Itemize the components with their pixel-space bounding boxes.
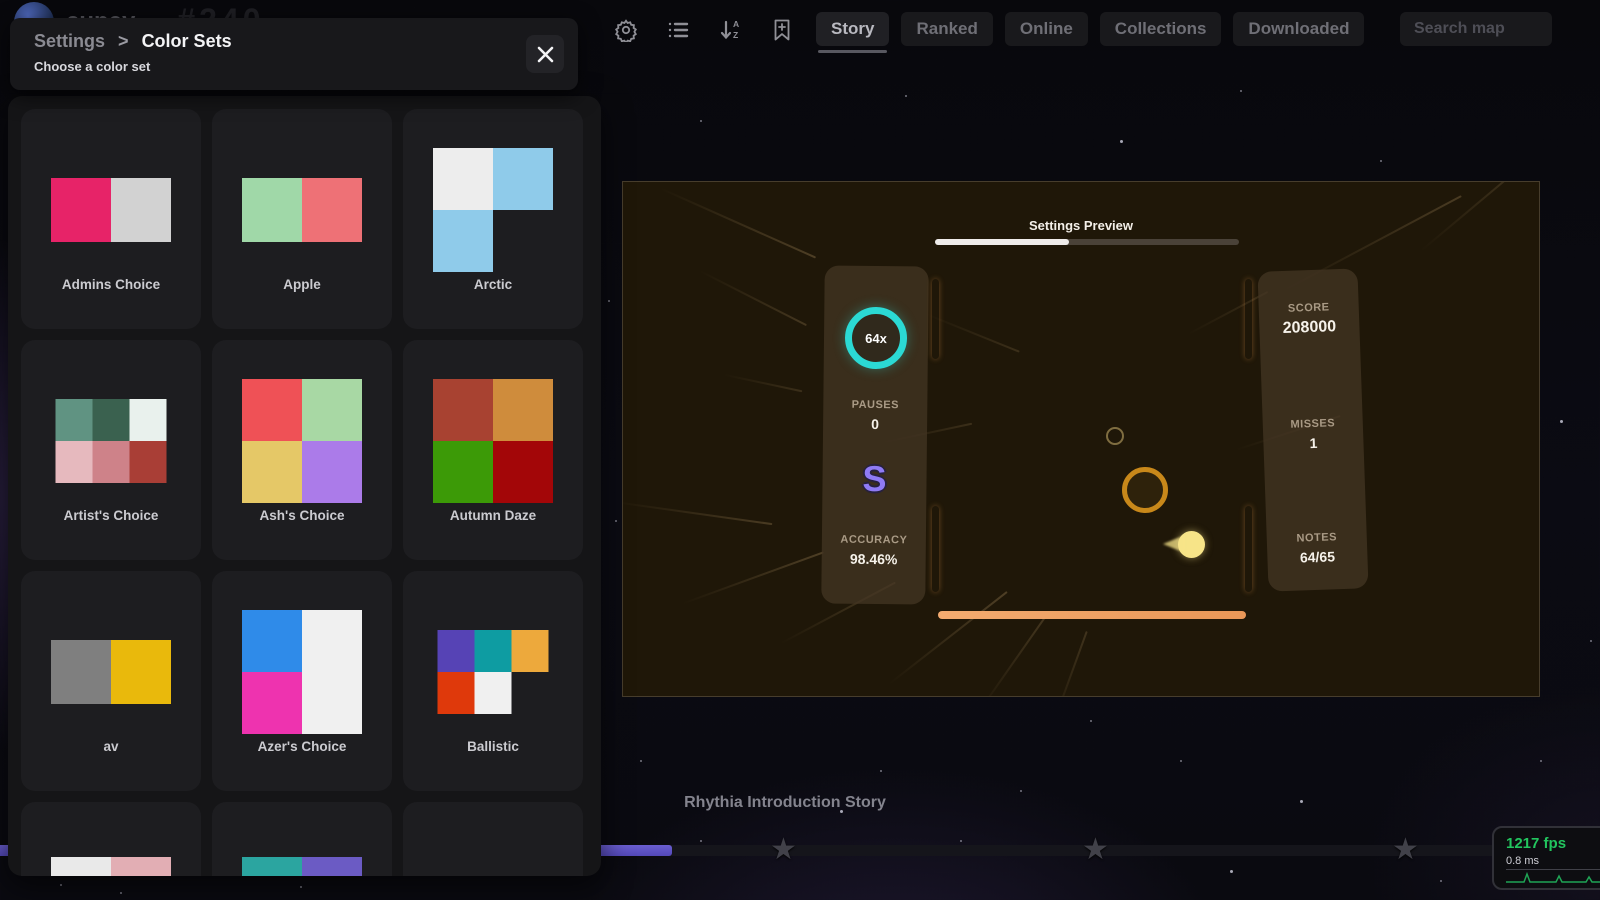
color-swatch xyxy=(242,610,362,734)
combo-ring: 64x xyxy=(845,307,908,370)
notes-value: 64/65 xyxy=(1267,547,1367,566)
far-note-outline xyxy=(1106,427,1124,445)
frame-time-value: 0.8 ms xyxy=(1506,855,1600,870)
tab-downloaded[interactable]: Downloaded xyxy=(1233,12,1364,46)
hud-left: 64x PAUSES 0 S ACCURACY 98.46% xyxy=(821,265,929,604)
color-swatch xyxy=(433,148,553,272)
color-swatch xyxy=(242,178,362,242)
combo-value: 64x xyxy=(865,330,887,345)
color-sets-panel: Admins Choice Apple Arctic Artist's Choice A… xyxy=(8,96,601,876)
color-set-name: Autumn Daze xyxy=(403,508,583,523)
color-set-tile-apple[interactable]: Apple xyxy=(212,109,392,329)
accuracy-value: 98.46% xyxy=(822,550,926,567)
color-set-name: Arctic xyxy=(403,277,583,292)
song-title: Rhythia Introduction Story xyxy=(615,794,955,812)
tab-ranked[interactable]: Ranked xyxy=(901,12,992,46)
pauses-label: PAUSES xyxy=(823,398,927,411)
close-button[interactable] xyxy=(526,35,564,73)
lane-bar-bottom-right xyxy=(1245,506,1252,592)
color-set-name: Ash's Choice xyxy=(212,508,392,523)
note-with-trail xyxy=(1178,531,1205,558)
search-input[interactable] xyxy=(1400,12,1552,46)
lane-bar-top-left xyxy=(932,279,939,359)
color-set-tile[interactable] xyxy=(21,802,201,876)
color-set-tile-av[interactable]: av xyxy=(21,571,201,791)
preview-progress-bar xyxy=(935,239,1239,245)
modal-subtitle: Choose a color set xyxy=(34,59,150,74)
preview-title: Settings Preview xyxy=(623,218,1539,233)
color-set-tile-ash-s-choice[interactable]: Ash's Choice xyxy=(212,340,392,560)
tab-story[interactable]: Story xyxy=(816,12,889,46)
accuracy-label: ACCURACY xyxy=(822,533,926,546)
color-swatch xyxy=(51,640,171,704)
breadcrumb-settings[interactable]: Settings xyxy=(34,31,105,51)
color-set-grid: Admins Choice Apple Arctic Artist's Choice A… xyxy=(21,109,583,876)
topbar-tabs: Story Ranked Online Collections Downloaded xyxy=(816,12,1364,46)
fps-value: 1217 fps xyxy=(1506,835,1600,852)
close-icon xyxy=(537,46,554,63)
settings-preview-panel: Settings Preview 64x PAUSES 0 S ACCURACY… xyxy=(622,181,1540,697)
color-swatch xyxy=(242,857,362,876)
color-swatch xyxy=(438,630,549,714)
svg-text:Z: Z xyxy=(733,30,738,40)
settings-gear-icon[interactable] xyxy=(613,17,639,43)
score-value: 208000 xyxy=(1259,317,1360,338)
color-set-tile-ballistic[interactable]: Ballistic xyxy=(403,571,583,791)
color-sets-modal-header: Settings > Color Sets Choose a color set xyxy=(10,18,578,90)
preview-progress-fill xyxy=(935,239,1069,245)
color-set-tile-arctic[interactable]: Arctic xyxy=(403,109,583,329)
color-set-tile-admins-choice[interactable]: Admins Choice xyxy=(21,109,201,329)
color-set-name: av xyxy=(21,739,201,754)
notes-label: NOTES xyxy=(1267,530,1367,545)
color-set-name: Azer's Choice xyxy=(212,739,392,754)
progress-star: ★ xyxy=(770,832,797,867)
topbar-icons: A Z xyxy=(613,17,795,43)
pauses-value: 0 xyxy=(823,415,927,432)
svg-text:A: A xyxy=(733,19,739,29)
fps-sparkline xyxy=(1506,870,1600,884)
hud-right: SCORE 208000 MISSES 1 NOTES 64/65 xyxy=(1257,268,1368,591)
lane-bar-bottom-left xyxy=(932,506,939,592)
progress-star: ★ xyxy=(1082,832,1109,867)
color-set-tile-artist-s-choice[interactable]: Artist's Choice xyxy=(21,340,201,560)
color-swatch xyxy=(51,178,171,242)
misses-label: MISSES xyxy=(1263,416,1363,431)
color-set-name: Ballistic xyxy=(403,739,583,754)
tab-online[interactable]: Online xyxy=(1005,12,1088,46)
color-set-name: Apple xyxy=(212,277,392,292)
lane-bar-bottom xyxy=(938,611,1246,619)
breadcrumb-separator: > xyxy=(118,31,129,51)
color-swatch xyxy=(433,379,553,503)
color-swatch xyxy=(51,857,171,876)
color-set-name: Admins Choice xyxy=(21,277,201,292)
lane-bar-top-right xyxy=(1245,279,1252,359)
color-swatch xyxy=(242,379,362,503)
grade-letter: S xyxy=(822,457,926,500)
bookmark-add-icon[interactable] xyxy=(769,17,795,43)
score-label: SCORE xyxy=(1259,300,1359,315)
misses-value: 1 xyxy=(1263,433,1363,452)
color-set-tile-azer-s-choice[interactable]: Azer's Choice xyxy=(212,571,392,791)
color-set-tile[interactable] xyxy=(212,802,392,876)
breadcrumb-color-sets: Color Sets xyxy=(142,31,232,51)
color-set-tile[interactable] xyxy=(403,802,583,876)
color-swatch xyxy=(56,399,167,483)
progress-star: ★ xyxy=(1392,832,1419,867)
sort-az-icon[interactable]: A Z xyxy=(717,17,743,43)
color-set-tile-autumn-daze[interactable]: Autumn Daze xyxy=(403,340,583,560)
breadcrumb: Settings > Color Sets xyxy=(34,31,232,52)
approach-ring xyxy=(1122,467,1168,513)
color-set-name: Artist's Choice xyxy=(21,508,201,523)
fps-panel: 1217 fps 0.8 ms xyxy=(1492,826,1600,890)
list-icon[interactable] xyxy=(665,17,691,43)
tab-collections[interactable]: Collections xyxy=(1100,12,1222,46)
